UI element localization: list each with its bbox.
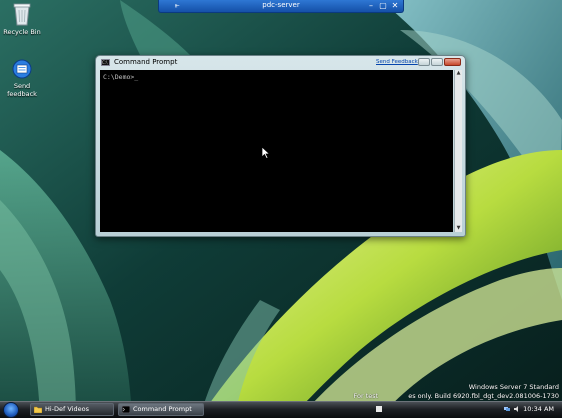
cmd-icon: C:\ <box>101 59 110 66</box>
mouse-cursor-icon <box>262 147 270 159</box>
desktop-icon-recycle-bin[interactable]: Recycle Bin <box>0 2 44 36</box>
desktop-icon-label: Send feedback <box>7 82 37 98</box>
build-info-prefix: For test <box>353 392 379 400</box>
folder-icon <box>34 406 42 413</box>
volume-icon[interactable] <box>514 406 520 412</box>
remote-minimize-button[interactable]: – <box>366 1 376 11</box>
vertical-scrollbar[interactable]: ▲ ▼ <box>454 70 462 232</box>
remote-session-bar[interactable]: ⫦ pdc-server – ▢ ✕ <box>158 0 404 13</box>
start-button[interactable] <box>3 402 19 418</box>
taskbar-item-label: Hi-Def Videos <box>45 405 89 413</box>
command-prompt-window[interactable]: C:\ Command Prompt Send Feedback C:\Demo… <box>95 55 466 237</box>
recycle-bin-icon <box>13 3 31 26</box>
scroll-up-arrow-icon[interactable]: ▲ <box>455 70 462 77</box>
send-feedback-icon <box>12 59 32 79</box>
cmd-icon <box>122 406 130 413</box>
tray-flag-icon[interactable] <box>376 406 382 412</box>
system-tray: 10:34 AM <box>372 403 560 416</box>
window-title: Command Prompt <box>114 58 178 66</box>
console-area[interactable]: C:\Demo>_ <box>100 70 453 232</box>
taskbar-item-command-prompt[interactable]: Command Prompt <box>118 403 204 416</box>
close-button[interactable] <box>444 58 461 66</box>
remote-restore-button[interactable]: ▢ <box>378 1 388 11</box>
taskbar-item-hi-def-videos[interactable]: Hi-Def Videos <box>30 403 114 416</box>
desktop-icon-label: Recycle Bin <box>3 28 41 36</box>
minimize-button[interactable] <box>418 58 430 66</box>
taskbar-clock[interactable]: 10:34 AM <box>523 405 554 413</box>
taskbar-item-label: Command Prompt <box>133 405 192 413</box>
scroll-down-arrow-icon[interactable]: ▼ <box>455 225 462 232</box>
window-titlebar[interactable]: C:\ Command Prompt Send Feedback <box>96 56 465 69</box>
desktop-icon-send-feedback[interactable]: Send feedback <box>0 58 44 98</box>
network-icon[interactable] <box>504 406 510 412</box>
maximize-button[interactable] <box>431 58 443 66</box>
build-info-suffix: es only. Build 6920.fbl_dgt_dev2.081006-… <box>408 392 559 400</box>
build-info-text: For test es only. Build 6920.fbl_dgt_dev2… <box>353 392 559 400</box>
send-feedback-link[interactable]: Send Feedback <box>376 59 418 65</box>
console-prompt: C:\Demo>_ <box>103 73 139 81</box>
os-edition-text: Windows Server 7 Standard <box>468 383 559 391</box>
taskbar: Hi-Def Videos Command Prompt 10:34 AM <box>0 401 562 418</box>
remote-close-button[interactable]: ✕ <box>390 1 400 11</box>
